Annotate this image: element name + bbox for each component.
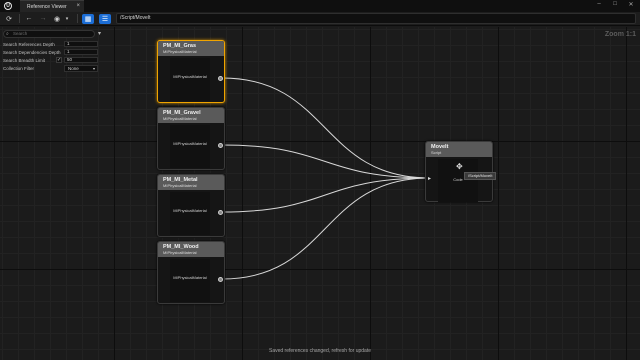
option-row: Collection Filter None ▾ — [3, 64, 98, 72]
node-header: PM_MI_Wood MIPhysicalMaterial — [158, 242, 224, 257]
graph-node[interactable]: PM_MI_Gras MIPhysicalMaterial MIPhysical… — [157, 40, 225, 103]
option-label: Search Dependencies Depth — [3, 49, 61, 55]
path-tooltip: /Script/MoveIt — [464, 172, 497, 180]
node-thumbnail — [170, 259, 210, 302]
node-body: MIPhysicalMaterial — [158, 123, 224, 169]
option-label: Search References Depth — [3, 41, 55, 47]
back-icon[interactable]: ← — [24, 14, 34, 24]
breadth-limit-checkbox[interactable]: ✓ — [56, 57, 62, 63]
node-type-label: MIPhysicalMaterial — [173, 74, 207, 79]
graph-node[interactable]: PM_MI_Metal MIPhysicalMaterial MIPhysica… — [157, 174, 225, 237]
node-header: PM_MI_Gras MIPhysicalMaterial — [158, 41, 224, 56]
node-type-label: MIPhysicalMaterial — [173, 275, 207, 280]
options-panel: ⌕ Search ▾ Search References Depth 1 Sea… — [0, 27, 112, 77]
input-pin-icon[interactable]: ▸ — [428, 176, 434, 182]
graph-node[interactable]: PM_MI_Wood MIPhysicalMaterial MIPhysical… — [157, 241, 225, 304]
option-row: Search Dependencies Depth 1 — [3, 48, 98, 56]
node-subtitle: MIPhysicalMaterial — [163, 49, 197, 54]
unreal-logo-icon: U — [4, 2, 12, 10]
search-input[interactable]: ⌕ Search — [3, 30, 95, 38]
close-icon[interactable]: × — [76, 3, 80, 9]
output-pin[interactable] — [218, 277, 223, 282]
node-type-label: MIPhysicalMaterial — [173, 208, 207, 213]
collection-filter-select[interactable]: None ▾ — [64, 64, 98, 72]
node-thumbnail — [170, 125, 210, 168]
node-body: MIPhysicalMaterial — [158, 257, 224, 303]
status-message: Saved references changed, refresh for up… — [268, 348, 371, 354]
toolbar: ⟳ ← → ◉ ▾ ▦ ☰ ≡ /Script/MoveIt — [0, 12, 640, 26]
collection-filter-value: None — [68, 65, 79, 71]
option-label: Search Breadth Limit — [3, 57, 46, 63]
node-body: MIPhysicalMaterial — [158, 190, 224, 236]
tab-reference-viewer[interactable]: Reference Viewer × — [20, 0, 84, 12]
filter-icon[interactable]: ▾ — [98, 30, 101, 37]
node-subtitle: MIPhysicalMaterial — [163, 183, 197, 188]
node-header: PM_MI_Metal MIPhysicalMaterial — [158, 175, 224, 190]
search-icon: ⌕ — [6, 31, 9, 37]
toolbar-divider — [19, 14, 20, 23]
node-thumbnail — [170, 192, 210, 235]
window-controls: – □ ✕ — [596, 1, 634, 8]
dependencies-depth-field[interactable]: 1 — [64, 49, 98, 55]
node-body: MIPhysicalMaterial — [158, 56, 224, 102]
breadth-limit-field[interactable]: 50 — [64, 57, 98, 63]
title-bar: U Reference Viewer × – □ ✕ — [0, 0, 640, 12]
tab-label: Reference Viewer — [27, 3, 67, 10]
refresh-icon[interactable]: ⟳ — [4, 14, 14, 24]
graph-node[interactable]: PM_MI_Gravel MIPhysicalMaterial MIPhysic… — [157, 107, 225, 170]
option-row: Search References Depth 1 — [3, 40, 98, 48]
search-placeholder: Search — [13, 31, 28, 36]
toolbar-divider — [77, 14, 78, 23]
output-pin[interactable] — [218, 76, 223, 81]
forward-icon[interactable]: → — [38, 14, 48, 24]
zoom-label: Zoom 1:1 — [604, 31, 636, 38]
node-type-label: MIPhysicalMaterial — [173, 141, 207, 146]
node-header: PM_MI_Gravel MIPhysicalMaterial — [158, 108, 224, 123]
chevron-down-icon[interactable]: ▾ — [62, 14, 72, 24]
graph-view-icon[interactable]: ▦ — [82, 13, 94, 24]
node-subtitle: Script — [431, 150, 442, 155]
move-cursor-icon: ✥ — [456, 162, 463, 171]
output-pin[interactable] — [218, 143, 223, 148]
node-thumbnail — [170, 58, 210, 101]
window-close-icon[interactable]: ✕ — [628, 1, 634, 8]
chevron-down-icon: ▾ — [92, 65, 95, 71]
maximize-icon[interactable]: □ — [612, 1, 618, 8]
option-row: Search Breadth Limit ✓ 50 — [3, 56, 98, 64]
history-icon[interactable]: ◉ — [52, 14, 62, 24]
option-label: Collection Filter — [3, 65, 35, 71]
tree-view-icon[interactable]: ☰ — [99, 13, 111, 24]
node-header: MoveIt Script — [426, 142, 492, 157]
node-subtitle: MIPhysicalMaterial — [163, 250, 197, 255]
references-depth-field[interactable]: 1 — [64, 41, 98, 47]
minimize-icon[interactable]: – — [596, 1, 602, 8]
output-pin[interactable] — [218, 210, 223, 215]
node-subtitle: MIPhysicalMaterial — [163, 116, 197, 121]
path-field[interactable]: /Script/MoveIt — [116, 13, 636, 24]
